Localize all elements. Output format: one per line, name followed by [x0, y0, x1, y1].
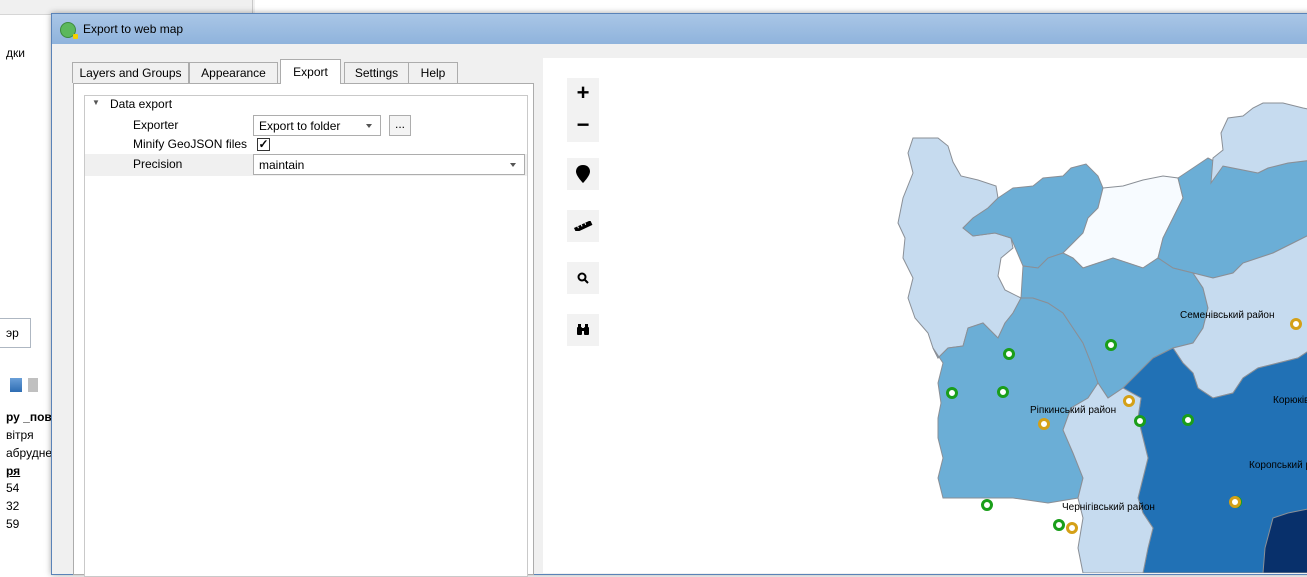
- tab-help[interactable]: Help: [408, 62, 458, 83]
- map-marker[interactable]: [1182, 414, 1194, 426]
- minify-checkbox[interactable]: ✓: [257, 138, 270, 151]
- background-field: вітря: [6, 428, 34, 442]
- map-marker[interactable]: [1123, 395, 1135, 407]
- background-divider: [252, 0, 253, 14]
- map-marker[interactable]: [1290, 318, 1302, 330]
- map-marker[interactable]: [1229, 496, 1241, 508]
- map-marker[interactable]: [1053, 519, 1065, 531]
- zoom-out-button[interactable]: −: [567, 110, 599, 142]
- search-icon: [577, 272, 589, 284]
- map-marker[interactable]: [1038, 418, 1050, 430]
- tab-settings[interactable]: Settings: [344, 62, 409, 83]
- map-canvas: Семенівський район Ріпкинський район Кор…: [897, 102, 1307, 573]
- background-field: 59: [6, 517, 20, 531]
- background-field: 32: [6, 499, 20, 513]
- precision-row: Precision maintain: [85, 154, 527, 176]
- zoom-in-button[interactable]: +: [567, 78, 599, 110]
- title-bar[interactable]: Export to web map: [52, 14, 1307, 44]
- binoculars-icon: [577, 324, 589, 335]
- search-button[interactable]: [567, 262, 599, 294]
- qgis-icon: [60, 22, 78, 39]
- region-label-semenivskyi: Семенівський район: [1180, 310, 1275, 321]
- region-label-koropskyi: Коропський район: [1249, 460, 1307, 471]
- region-label-ripkynskyi: Ріпкинський район: [1030, 405, 1116, 416]
- precision-select[interactable]: maintain: [253, 154, 525, 175]
- data-export-group-label: Data export: [110, 97, 173, 111]
- precision-label: Precision: [133, 157, 183, 171]
- location-marker-icon: [576, 165, 590, 183]
- background-tab[interactable]: эр: [0, 318, 31, 348]
- tab-layers-and-groups[interactable]: Layers and Groups: [72, 62, 189, 83]
- map-marker[interactable]: [1134, 415, 1146, 427]
- chevron-down-icon: [510, 163, 516, 167]
- export-panel: ▼ Data export Exporter Export to folder …: [73, 83, 534, 577]
- tab-export[interactable]: Export: [280, 59, 341, 84]
- map-marker[interactable]: [1003, 348, 1015, 360]
- tree-group-row[interactable]: ▼ Data export: [85, 96, 527, 113]
- locate-button[interactable]: [567, 158, 599, 190]
- map-marker[interactable]: [1066, 522, 1078, 534]
- background-field: ру _пові: [6, 410, 56, 424]
- export-settings-tree[interactable]: ▼ Data export Exporter Export to folder …: [84, 95, 528, 577]
- minify-row: Minify GeoJSON files ✓: [85, 136, 527, 153]
- browse-button[interactable]: ...: [389, 115, 411, 136]
- table-icon[interactable]: [28, 378, 38, 392]
- map-region: [897, 137, 1022, 359]
- download-icon[interactable]: [10, 378, 22, 392]
- background-text: дки: [6, 46, 25, 60]
- background-field: абрудне: [6, 446, 52, 460]
- tab-appearance[interactable]: Appearance: [189, 62, 278, 83]
- background-field: 54: [6, 481, 20, 495]
- background-field: ря: [6, 464, 21, 478]
- exporter-select[interactable]: Export to folder: [253, 115, 381, 136]
- map-marker[interactable]: [997, 386, 1009, 398]
- dialog-title: Export to web map: [83, 22, 184, 36]
- zoom-control: + −: [567, 78, 599, 142]
- exporter-label: Exporter: [133, 118, 179, 132]
- minify-label: Minify GeoJSON files: [133, 137, 248, 151]
- map-preview[interactable]: Семенівський район Ріпкинський район Кор…: [543, 58, 1307, 573]
- export-dialog: Export to web map Layers and Groups Appe…: [51, 13, 1307, 577]
- chevron-down-icon: [366, 124, 372, 128]
- region-label-koriukivskyi: Корюківськ: [1273, 395, 1307, 406]
- region-label-chernihivskyi: Чернігівський район: [1062, 502, 1155, 513]
- exporter-row: Exporter Export to folder ...: [85, 115, 527, 136]
- measure-button[interactable]: [567, 210, 599, 242]
- ruler-icon: [573, 221, 593, 231]
- map-marker[interactable]: [981, 499, 993, 511]
- map-marker[interactable]: [1105, 339, 1117, 351]
- map-marker[interactable]: [946, 387, 958, 399]
- collapse-arrow-icon[interactable]: ▼: [92, 98, 100, 107]
- geocode-button[interactable]: [567, 314, 599, 346]
